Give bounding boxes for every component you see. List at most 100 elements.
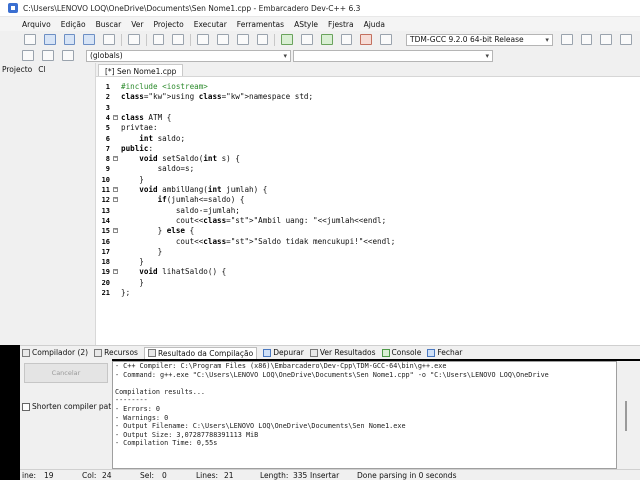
- fold-toggle-icon[interactable]: −: [113, 187, 118, 192]
- code-line[interactable]: 3: [96, 103, 640, 113]
- menu-projecto[interactable]: Projecto: [153, 20, 183, 29]
- tab-compilador[interactable]: Compilador (2): [22, 348, 88, 357]
- log-line: - Compilation Time: 0,55s: [115, 439, 218, 448]
- scope-select[interactable]: (globals) ▾: [86, 49, 291, 62]
- code-text: class="kw">using class="kw">namespace st…: [121, 92, 314, 102]
- code-line[interactable]: 8− void setSaldo(int s) {: [96, 154, 640, 164]
- redo-icon[interactable]: [172, 34, 185, 45]
- code-line[interactable]: 9 saldo=s;: [96, 164, 640, 174]
- tab-ver-resultados[interactable]: Ver Resultados: [309, 348, 376, 357]
- help-icon[interactable]: [620, 34, 632, 45]
- print-icon[interactable]: [127, 34, 140, 45]
- menu-ferramentas[interactable]: Ferramentas: [237, 20, 284, 29]
- log-line: - C++ Compiler: C:\Program Files (x86)\E…: [115, 362, 447, 370]
- code-line[interactable]: 7 public:: [96, 144, 640, 154]
- line-number: 6: [105, 134, 110, 143]
- insert-icon[interactable]: [62, 50, 74, 61]
- tab-projecto[interactable]: Projecto: [2, 65, 32, 74]
- rebuild-icon[interactable]: [340, 34, 353, 45]
- compile-run-icon[interactable]: [320, 34, 333, 45]
- member-select[interactable]: ▾: [293, 49, 493, 62]
- run-icon[interactable]: [301, 34, 313, 45]
- tab-resultado-compilacao[interactable]: Resultado da Compilação: [143, 346, 258, 359]
- line-number: 5: [105, 124, 110, 133]
- code-line[interactable]: 15− } else {: [96, 226, 640, 236]
- tab-fechar[interactable]: Fechar: [427, 348, 462, 357]
- fold-toggle-icon[interactable]: −: [113, 228, 118, 234]
- tab-depurar[interactable]: Depurar: [263, 348, 304, 357]
- code-line[interactable]: 10 }: [96, 175, 640, 185]
- code-line[interactable]: 5 privtae:: [96, 123, 640, 133]
- log-scrollbar[interactable]: [617, 361, 640, 469]
- settings-icon[interactable]: [600, 34, 613, 45]
- compile-icon[interactable]: [281, 34, 294, 45]
- new-file-icon[interactable]: [24, 34, 36, 45]
- class-browser-icon[interactable]: [42, 50, 54, 61]
- code-line[interactable]: 13 saldo-=jumlah;: [96, 206, 640, 216]
- close-file-icon[interactable]: [103, 34, 115, 45]
- replace-icon[interactable]: [216, 34, 229, 45]
- compiler-select[interactable]: TDM-GCC 9.2.0 64-bit Release ▾: [406, 33, 553, 46]
- new-project-icon[interactable]: [22, 50, 34, 61]
- code-line[interactable]: 20 }: [96, 278, 640, 288]
- code-line[interactable]: 14 cout<<class="st">"Ambil uang: "<<juml…: [96, 216, 640, 226]
- line-number: 7: [105, 144, 110, 153]
- fold-toggle-icon[interactable]: −: [113, 156, 118, 162]
- tab-console[interactable]: Console: [381, 348, 421, 357]
- menu-janela[interactable]: Fjestra: [328, 20, 354, 29]
- add-bookmark-icon[interactable]: [560, 34, 573, 45]
- code-text: }: [121, 277, 144, 287]
- scrollbar-thumb[interactable]: [625, 401, 627, 431]
- code-line[interactable]: 17 }: [96, 247, 640, 257]
- stop-icon[interactable]: [380, 34, 392, 45]
- code-line[interactable]: 19− void lihatSaldo() {: [96, 267, 640, 277]
- line-number: 2: [105, 93, 110, 102]
- code-line[interactable]: 21};: [96, 288, 640, 298]
- open-icon[interactable]: [43, 34, 56, 45]
- code-line[interactable]: 11− void ambilUang(int jumlah) {: [96, 185, 640, 195]
- fold-toggle-icon[interactable]: −: [113, 197, 118, 203]
- code-line[interactable]: 6 int saldo;: [96, 134, 640, 144]
- toolbar-divider: [274, 33, 276, 46]
- menu-buscar[interactable]: Buscar: [96, 20, 122, 29]
- save-icon[interactable]: [63, 34, 76, 45]
- code-text: };: [121, 288, 131, 297]
- shorten-compiler-paths-checkbox[interactable]: Shorten compiler pat: [22, 402, 111, 411]
- code-line[interactable]: 4− class ATM {: [96, 113, 640, 123]
- code-editor[interactable]: 1 #include <iostream> 2 class="kw">using cl…: [96, 76, 640, 345]
- code-line[interactable]: 2 class="kw">using class="kw">namespace s…: [96, 92, 640, 102]
- debug-icon: [263, 348, 272, 357]
- tab-fechar-label: Fechar: [437, 348, 463, 357]
- tab-sen-nome1[interactable]: [*] Sen Nome1.cpp: [98, 64, 184, 76]
- tab-classes[interactable]: Cl: [38, 65, 45, 74]
- goto-bookmark-icon[interactable]: [580, 34, 593, 45]
- status-sel-label: Sel:: [140, 471, 154, 480]
- goto-icon[interactable]: [256, 34, 269, 45]
- code-text: int saldo;: [139, 133, 186, 143]
- checkbox-box[interactable]: [22, 402, 30, 411]
- menu-executar[interactable]: Executar: [194, 20, 227, 29]
- menu-ajuda[interactable]: Ajuda: [364, 20, 385, 29]
- menu-arquivo[interactable]: Arquivo: [22, 20, 51, 29]
- menu-ver[interactable]: Ver: [131, 20, 143, 29]
- menu-edicao[interactable]: Edição: [61, 20, 86, 29]
- menu-astyle[interactable]: AStyle: [294, 20, 318, 29]
- code-line[interactable]: 1 #include <iostream>: [96, 82, 640, 92]
- fold-toggle-icon[interactable]: −: [113, 114, 118, 120]
- code-line[interactable]: 12− if(jumlah<=saldo) {: [96, 195, 640, 205]
- find-next-icon[interactable]: [236, 34, 249, 45]
- compile-log[interactable]: - C++ Compiler: C:\Program Files (x86)\E…: [112, 361, 617, 469]
- code-line[interactable]: 18 }: [96, 257, 640, 267]
- tab-recursos[interactable]: Recursos: [94, 348, 138, 357]
- fold-toggle-icon[interactable]: −: [113, 269, 118, 275]
- save-all-icon[interactable]: [83, 34, 96, 45]
- chevron-down-icon: ▾: [545, 35, 549, 44]
- line-number: 15: [101, 227, 110, 236]
- debug-icon[interactable]: [360, 34, 373, 45]
- undo-icon[interactable]: [152, 34, 165, 45]
- cancel-button[interactable]: Cancelar: [24, 363, 108, 383]
- find-icon[interactable]: [197, 34, 209, 45]
- code-line[interactable]: 16 cout<<class="st">"Saldo tidak mencuku…: [96, 237, 640, 247]
- log-line: - Output Filename: C:\Users\LENOVO LOQ\O…: [115, 422, 406, 431]
